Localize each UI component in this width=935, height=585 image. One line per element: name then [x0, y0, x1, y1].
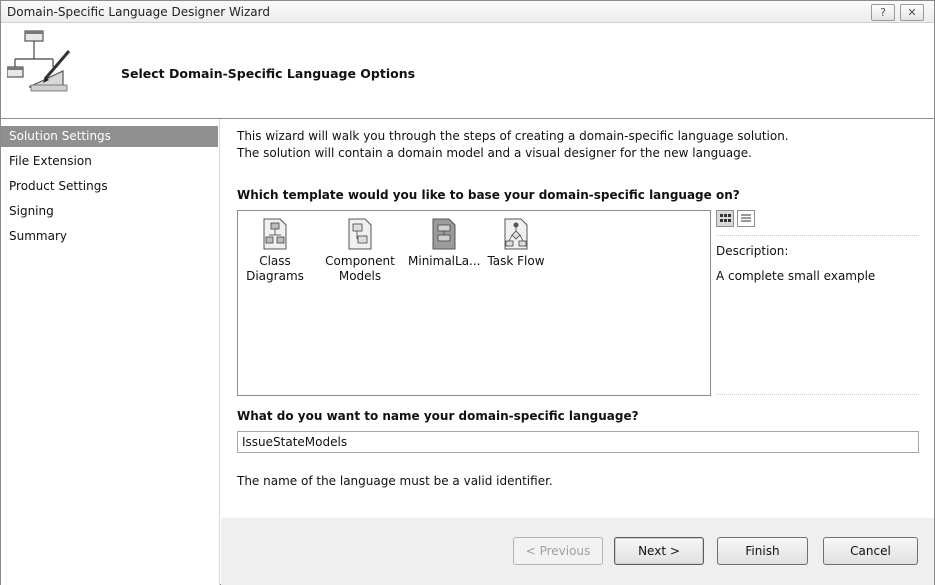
template-component-models[interactable]: Component Models: [324, 217, 396, 284]
intro-text-line1: This wizard will walk you through the st…: [237, 129, 789, 143]
wizard-content: This wizard will walk you through the st…: [221, 119, 934, 518]
title-bar: Domain-Specific Language Designer Wizard…: [1, 1, 934, 23]
template-label: Task Flow: [487, 254, 545, 268]
nav-item-solution-settings[interactable]: Solution Settings: [1, 126, 218, 147]
language-name-input[interactable]: [237, 431, 919, 453]
minimal-language-icon: [432, 218, 456, 250]
list-view-button[interactable]: [737, 210, 755, 227]
template-label: Models: [338, 269, 382, 283]
cancel-button[interactable]: Cancel: [823, 537, 918, 565]
designer-diagram-icon: [7, 30, 71, 92]
wizard-footer: < Previous Next > Finish Cancel: [221, 518, 934, 585]
help-button[interactable]: ?: [871, 4, 895, 21]
template-label: Diagrams: [246, 269, 304, 283]
task-flow-icon: [504, 218, 528, 250]
template-list[interactable]: Class Diagrams Component Models MinimalL…: [237, 210, 711, 396]
nav-item-summary[interactable]: Summary: [1, 226, 218, 247]
large-icons-view-icon: [720, 214, 731, 222]
previous-button[interactable]: < Previous: [513, 537, 603, 565]
wizard-steps-nav: Solution Settings File Extension Product…: [1, 119, 220, 585]
wizard-header: Select Domain-Specific Language Options: [1, 23, 934, 119]
component-model-icon: [348, 218, 372, 250]
description-panel: Description: A complete small example: [716, 235, 919, 395]
template-minimal-language[interactable]: MinimalLa...: [408, 217, 481, 269]
template-label: MinimalLa...: [408, 254, 481, 269]
template-label: Component: [325, 254, 395, 268]
close-button[interactable]: ✕: [900, 4, 924, 21]
description-text: A complete small example: [716, 269, 876, 283]
intro-text-line2: The solution will contain a domain model…: [237, 146, 752, 160]
wizard-window: Domain-Specific Language Designer Wizard…: [0, 0, 935, 585]
finish-button[interactable]: Finish: [717, 537, 808, 565]
name-question: What do you want to name your domain-spe…: [237, 409, 639, 423]
class-diagram-icon: [263, 218, 287, 250]
template-task-flow[interactable]: Task Flow: [480, 217, 552, 269]
name-hint: The name of the language must be a valid…: [237, 474, 553, 488]
template-class-diagrams[interactable]: Class Diagrams: [239, 217, 311, 284]
next-button[interactable]: Next >: [614, 537, 704, 565]
description-label: Description:: [716, 244, 789, 258]
window-title: Domain-Specific Language Designer Wizard: [7, 5, 270, 19]
nav-item-signing[interactable]: Signing: [1, 201, 218, 222]
page-title: Select Domain-Specific Language Options: [121, 66, 416, 81]
nav-item-file-extension[interactable]: File Extension: [1, 151, 218, 172]
nav-item-product-settings[interactable]: Product Settings: [1, 176, 218, 197]
large-icons-view-button[interactable]: [716, 210, 734, 227]
template-label: Class: [259, 254, 291, 268]
list-view-icon: [741, 214, 751, 222]
description-divider: [716, 394, 919, 395]
template-question: Which template would you like to base yo…: [237, 188, 740, 202]
